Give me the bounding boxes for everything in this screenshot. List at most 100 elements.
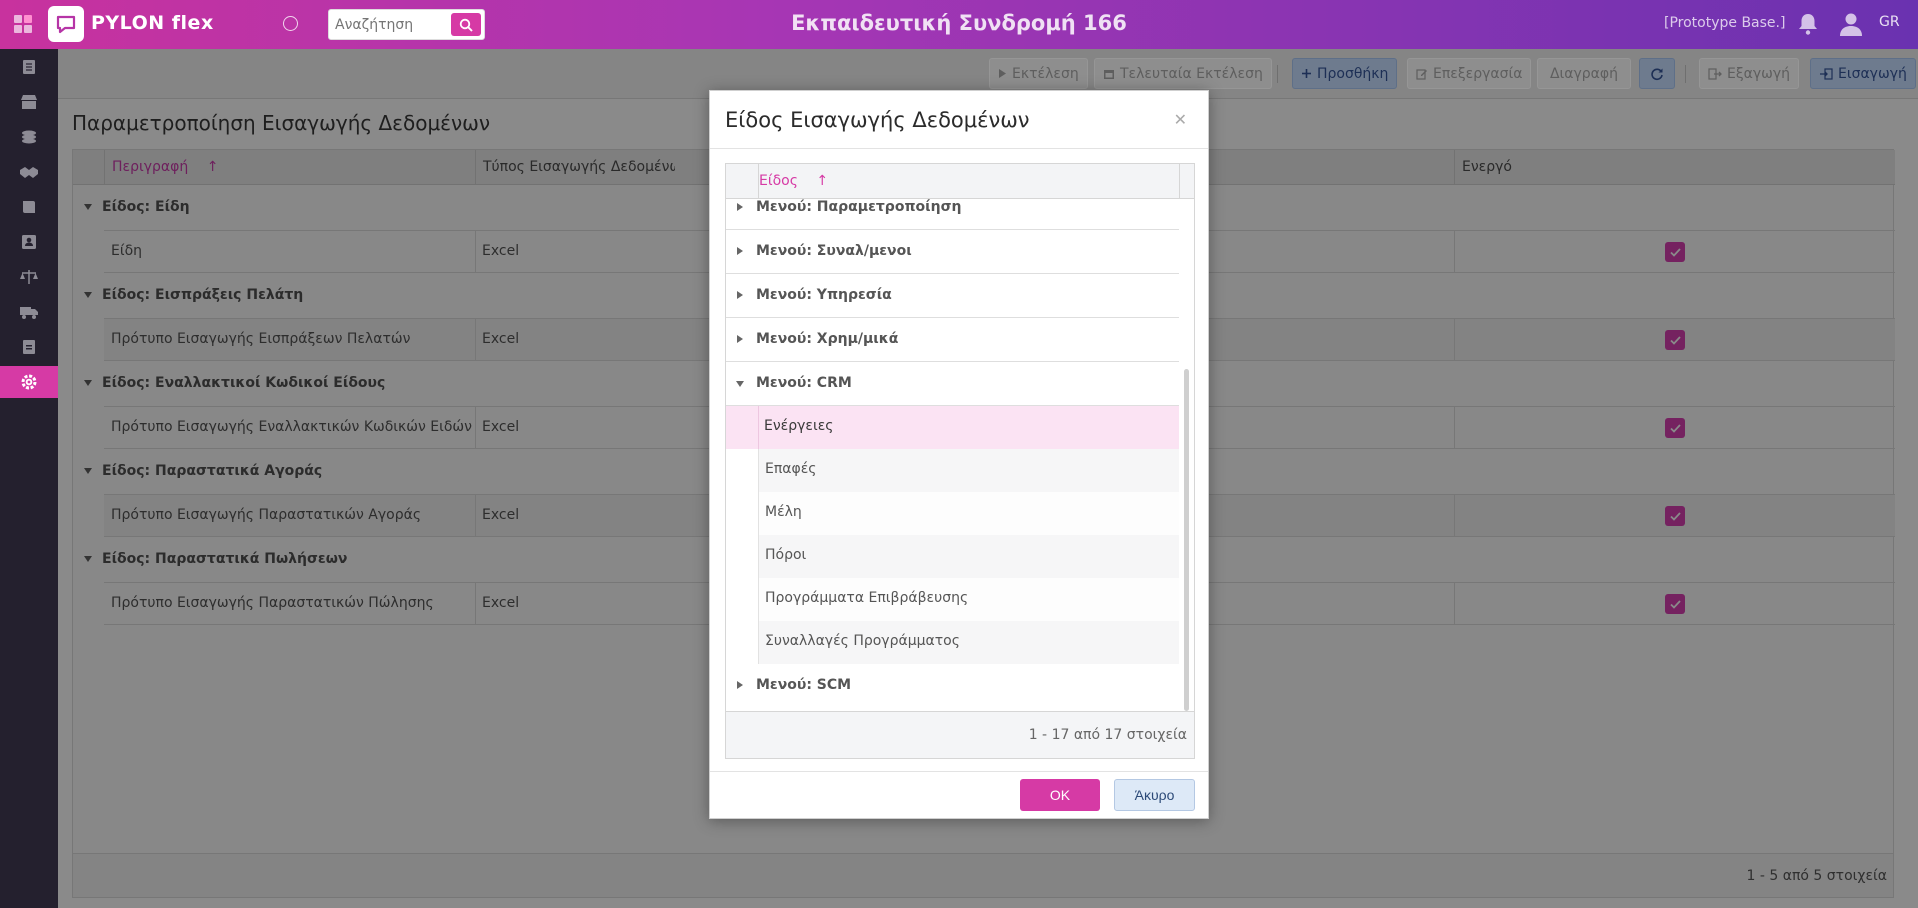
import-button[interactable]: Εισαγωγή: [1810, 58, 1916, 89]
lookup-item[interactable]: Προγράμματα Επιβράβευσης: [758, 578, 1179, 621]
check-icon: [1669, 247, 1681, 257]
sidebar-item-settings[interactable]: [0, 366, 58, 398]
lookup-group-row[interactable]: Μενού: Συναλ/μενοι: [726, 230, 1179, 274]
column-header-description[interactable]: Περιγραφή ↑: [104, 150, 444, 185]
calendar-icon: [1104, 69, 1114, 79]
sidebar-item-book[interactable]: [0, 191, 58, 223]
lookup-item[interactable]: Επαφές: [758, 449, 1179, 492]
user-icon[interactable]: [1838, 11, 1864, 37]
lookup-group-row[interactable]: Μενού: Χρημ/μικά: [726, 318, 1179, 362]
cancel-button[interactable]: Άκυρο: [1114, 779, 1195, 811]
column-header-type[interactable]: Είδος ↑: [759, 173, 828, 189]
cell-import-type: Excel: [475, 231, 519, 272]
group-label: Είδος: Παραστατικά Αγοράς: [102, 463, 323, 479]
document-icon: [23, 60, 35, 74]
expand-caret-icon: [737, 291, 743, 299]
cell-divider: [1454, 407, 1455, 448]
apps-grid-icon[interactable]: [14, 15, 32, 33]
active-checkbox[interactable]: [1665, 594, 1685, 614]
last-run-button-label: Τελευταία Εκτέλεση: [1120, 65, 1263, 82]
refresh-button[interactable]: [1639, 58, 1675, 89]
collapse-caret-icon: [84, 292, 92, 298]
cell-description: Πρότυπο Εισαγωγής Παραστατικών Πώλησης: [111, 595, 434, 611]
collapse-caret-icon: [84, 204, 92, 210]
delete-button[interactable]: Διαγραφή: [1537, 58, 1631, 89]
language-selector[interactable]: GR: [1879, 14, 1900, 30]
group-label: Είδος: Εισπράξεις Πελάτη: [102, 287, 304, 303]
sort-ascending-icon: ↑: [816, 173, 829, 189]
sidebar-item-crm[interactable]: [0, 156, 58, 188]
check-icon: [1669, 335, 1681, 345]
column-header-active[interactable]: Ενεργό: [1454, 150, 1895, 185]
group-label: Είδος: Είδη: [102, 199, 190, 215]
column-header-description-label: Περιγραφή: [112, 159, 189, 175]
status-circle-icon[interactable]: [283, 16, 298, 31]
lookup-item[interactable]: Συναλλαγές Προγράμματος: [758, 621, 1179, 664]
edit-button-label: Επεξεργασία: [1433, 65, 1523, 82]
dialog-divider: [710, 771, 1208, 772]
delete-button-label: Διαγραφή: [1549, 65, 1619, 82]
chat-logo-icon[interactable]: [48, 6, 84, 42]
lookup-group-label: Μενού: Χρημ/μικά: [756, 331, 899, 347]
add-button[interactable]: Προσθήκη: [1292, 58, 1398, 89]
close-icon[interactable]: ✕: [1174, 110, 1187, 129]
search-button[interactable]: [451, 13, 481, 36]
active-checkbox[interactable]: [1665, 418, 1685, 438]
search-input[interactable]: [335, 14, 450, 36]
lookup-item[interactable]: Πόροι: [758, 535, 1179, 578]
lookup-item-label: Μέλη: [765, 504, 802, 520]
dialog-divider: [710, 148, 1208, 149]
app-title: Εκπαιδευτική Συνδρομή 166: [791, 11, 1127, 35]
book-icon: [23, 201, 35, 213]
pager-info: 1 - 5 από 5 στοιχεία: [1746, 868, 1887, 884]
contact-card-icon: [22, 235, 36, 249]
lookup-group-row[interactable]: Μενού: Παραμετροποίηση: [726, 199, 1179, 230]
sidebar-item-store[interactable]: [0, 86, 58, 118]
edit-button[interactable]: Επεξεργασία: [1407, 58, 1532, 89]
lookup-item[interactable]: Μέλη: [758, 492, 1179, 535]
import-type-dialog: Είδος Εισαγωγής Δεδομένων ✕ Είδος ↑ Μενο…: [709, 90, 1209, 819]
lookup-scrollbar[interactable]: [1184, 369, 1189, 711]
page-title: Παραμετροποίηση Εισαγωγής Δεδομένων: [72, 111, 491, 135]
active-checkbox[interactable]: [1665, 506, 1685, 526]
collapse-caret-icon: [84, 468, 92, 474]
export-button[interactable]: Εξαγωγή: [1699, 58, 1800, 89]
ok-button[interactable]: OK: [1020, 779, 1100, 811]
bell-icon[interactable]: [1797, 12, 1819, 36]
lookup-item-selected[interactable]: Ενέργειες: [726, 406, 1179, 449]
sidebar-item-contacts[interactable]: [0, 226, 58, 258]
sidebar-item-finance[interactable]: [0, 121, 58, 153]
scale-icon: [20, 270, 38, 284]
cell-import-type: Excel: [475, 319, 519, 360]
cell-divider: [1454, 319, 1455, 360]
header-divider: [1179, 164, 1180, 199]
active-checkbox[interactable]: [1665, 242, 1685, 262]
run-button-label: Εκτέλεση: [1012, 65, 1079, 82]
lookup-header: Είδος ↑: [726, 164, 1194, 199]
collapse-caret-icon: [84, 556, 92, 562]
import-type-lookup-grid: Είδος ↑ Μενού: Παραμετροποίηση Μενού: Συ…: [725, 163, 1195, 759]
sidebar-item-legal[interactable]: [0, 261, 58, 293]
column-header-import-type[interactable]: Τύπος Εισαγωγής Δεδομένων: [475, 150, 675, 185]
lookup-item-label: Συναλλαγές Προγράμματος: [765, 633, 960, 649]
sidebar-item-logistics[interactable]: [0, 296, 58, 328]
sidebar-item-documents[interactable]: [0, 51, 58, 83]
row-divider: [758, 406, 759, 449]
search-box: [328, 9, 485, 40]
sidebar-item-reports[interactable]: [0, 331, 58, 363]
check-icon: [1669, 511, 1681, 521]
last-run-button[interactable]: Τελευταία Εκτέλεση: [1094, 58, 1272, 89]
lookup-pager: 1 - 17 από 17 στοιχεία: [726, 711, 1194, 758]
lookup-group-row[interactable]: Μενού: SCM: [726, 664, 1179, 708]
cell-description: Πρότυπο Εισαγωγής Εναλλακτικών Κωδικών Ε…: [111, 419, 472, 435]
run-button[interactable]: Εκτέλεση: [989, 58, 1088, 89]
active-checkbox[interactable]: [1665, 330, 1685, 350]
cell-import-type: Excel: [475, 583, 519, 624]
expand-caret-icon: [737, 203, 743, 211]
lookup-group-label: Μενού: CRM: [756, 375, 852, 391]
lookup-group-row[interactable]: Μενού: Υπηρεσία: [726, 274, 1179, 318]
lookup-group-label: Μενού: Συναλ/μενοι: [756, 243, 912, 259]
lookup-item-label: Επαφές: [765, 461, 817, 477]
lookup-group-row-expanded[interactable]: Μενού: CRM: [726, 362, 1179, 406]
logo-text: PYLON flex: [91, 12, 214, 34]
